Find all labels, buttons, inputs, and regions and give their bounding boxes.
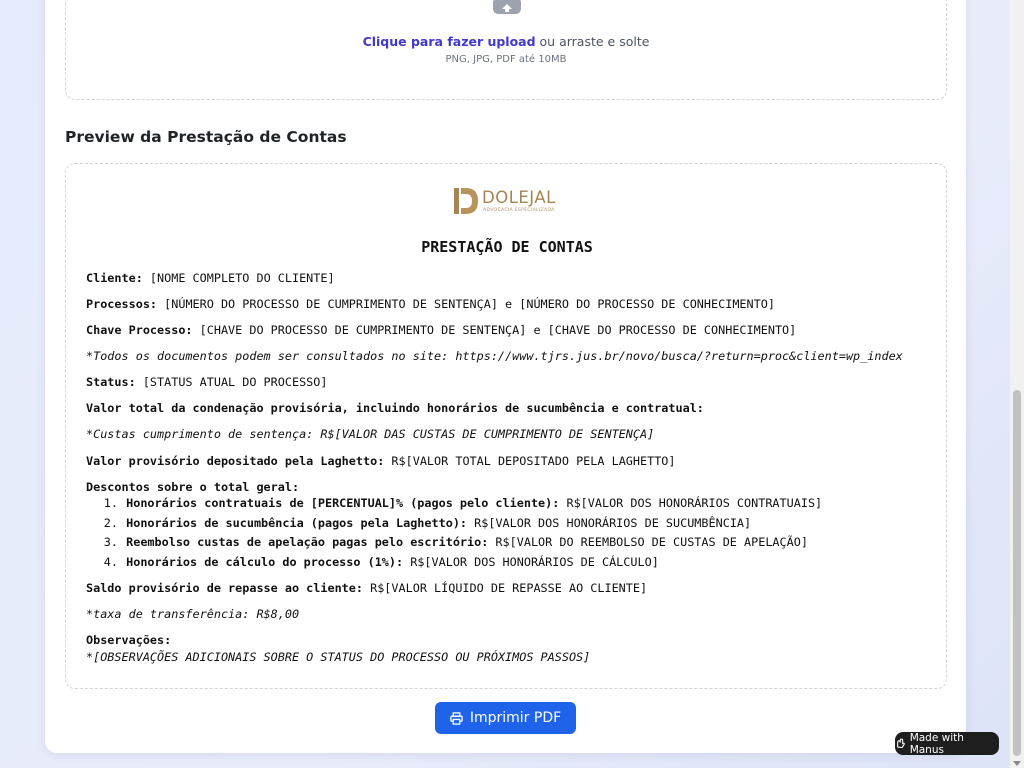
- logo-name: DOLEJAL: [482, 188, 556, 207]
- desconto-number: 1.: [103, 496, 118, 510]
- cliente-value: [NOME COMPLETO DO CLIENTE]: [142, 271, 335, 285]
- observacoes-value: *[OBSERVAÇÕES ADICIONAIS SOBRE O STATUS …: [86, 650, 591, 664]
- taxa-note: *taxa de transferência: R$8,00: [86, 607, 300, 621]
- printer-icon: [450, 711, 463, 725]
- desconto-item: 4. Honorários de cálculo do processo (1%…: [98, 555, 659, 569]
- desconto-label: Honorários de cálculo do processo (1%):: [126, 555, 404, 569]
- desconto-number: 4.: [103, 555, 118, 569]
- desconto-value: R$[VALOR DOS HONORÁRIOS CONTRATUAIS]: [559, 496, 823, 510]
- desconto-item: 3. Reembolso custas de apelação pagas pe…: [98, 535, 808, 549]
- made-with-manus-badge[interactable]: Made with Manus: [895, 731, 999, 756]
- upload-link[interactable]: Clique para fazer upload: [363, 34, 536, 49]
- logo-mark-icon: [454, 188, 478, 214]
- print-pdf-button[interactable]: Imprimir PDF: [435, 702, 576, 734]
- manus-icon: [897, 738, 905, 749]
- desconto-value: R$[VALOR DO REEMBOLSO DE CUSTAS DE APELA…: [488, 535, 808, 549]
- depositado-line: Valor provisório depositado pela Laghett…: [86, 454, 676, 468]
- document-title: PRESTAÇÃO DE CONTAS: [421, 238, 593, 256]
- desconto-label: Honorários contratuais de [PERCENTUAL]% …: [126, 496, 560, 510]
- upload-instructions: Clique para fazer upload ou arraste e so…: [66, 34, 946, 49]
- observacoes-label: Observações:: [86, 633, 172, 647]
- desconto-number: 3.: [103, 535, 118, 549]
- logo-subtitle: ADVOCACIA ESPECIALIZADA: [483, 208, 555, 213]
- preview-section-title: Preview da Prestação de Contas: [65, 128, 347, 146]
- main-card: Clique para fazer upload ou arraste e so…: [45, 0, 966, 753]
- scroll-down-arrow-icon[interactable]: [1013, 761, 1021, 766]
- desconto-label: Reembolso custas de apelação pagas pelo …: [126, 535, 489, 549]
- cliente-label: Cliente:: [86, 271, 143, 285]
- cliente-line: Cliente: [NOME COMPLETO DO CLIENTE]: [86, 271, 335, 285]
- processos-value: [NÚMERO DO PROCESSO DE CUMPRIMENTO DE SE…: [157, 297, 775, 311]
- desconto-value: R$[VALOR DOS HONORÁRIOS DE SUCUMBÊNCIA]: [467, 516, 752, 530]
- page-scrollbar[interactable]: [1010, 0, 1024, 768]
- depositado-value: R$[VALOR TOTAL DEPOSITADO PELA LAGHETTO]: [384, 454, 676, 468]
- desconto-label: Honorários de sucumbência (pagos pela La…: [126, 516, 468, 530]
- chave-processo-value: [CHAVE DO PROCESSO DE CUMPRIMENTO DE SEN…: [192, 323, 797, 337]
- saldo-label: Saldo provisório de repasse ao cliente:: [86, 581, 363, 595]
- scrollbar-thumb[interactable]: [1013, 390, 1021, 756]
- desconto-item: 1. Honorários contratuais de [PERCENTUAL…: [98, 496, 822, 510]
- chave-processo-label: Chave Processo:: [86, 323, 193, 337]
- upload-hint: PNG, JPG, PDF até 10MB: [445, 54, 567, 65]
- desconto-value: R$[VALOR DOS HONORÁRIOS DE CÁLCULO]: [403, 555, 659, 569]
- upload-dropzone[interactable]: Clique para fazer upload ou arraste e so…: [65, 0, 947, 100]
- desconto-item: 2. Honorários de sucumbência (pagos pela…: [98, 516, 751, 530]
- cloud-upload-icon: [493, 0, 521, 14]
- preview-panel: DOLEJAL ADVOCACIA ESPECIALIZADA PRESTAÇÃ…: [65, 163, 947, 689]
- dolejal-logo: DOLEJAL ADVOCACIA ESPECIALIZADA: [453, 184, 563, 218]
- saldo-value: R$[VALOR LÍQUIDO DE REPASSE AO CLIENTE]: [363, 581, 648, 595]
- chave-processo-line: Chave Processo: [CHAVE DO PROCESSO DE CU…: [86, 323, 796, 337]
- descontos-label: Descontos sobre o total geral:: [86, 480, 300, 494]
- processos-label: Processos:: [86, 297, 158, 311]
- depositado-label: Valor provisório depositado pela Laghett…: [86, 454, 385, 468]
- consulta-note: *Todos os documentos podem ser consultad…: [86, 349, 903, 363]
- saldo-line: Saldo provisório de repasse ao cliente: …: [86, 581, 647, 595]
- upload-drag-text: ou arraste e solte: [535, 34, 650, 49]
- custas-note: *Custas cumprimento de sentença: R$[VALO…: [86, 427, 655, 441]
- processos-line: Processos: [NÚMERO DO PROCESSO DE CUMPRI…: [86, 297, 775, 311]
- desconto-number: 2.: [103, 516, 118, 530]
- made-with-manus-label: Made with Manus: [909, 731, 964, 756]
- valor-total-label: Valor total da condenação provisória, in…: [86, 401, 704, 415]
- status-label: Status:: [86, 375, 136, 389]
- status-value: [STATUS ATUAL DO PROCESSO]: [135, 375, 328, 389]
- status-line: Status: [STATUS ATUAL DO PROCESSO]: [86, 375, 327, 389]
- print-pdf-label: Imprimir PDF: [469, 710, 562, 726]
